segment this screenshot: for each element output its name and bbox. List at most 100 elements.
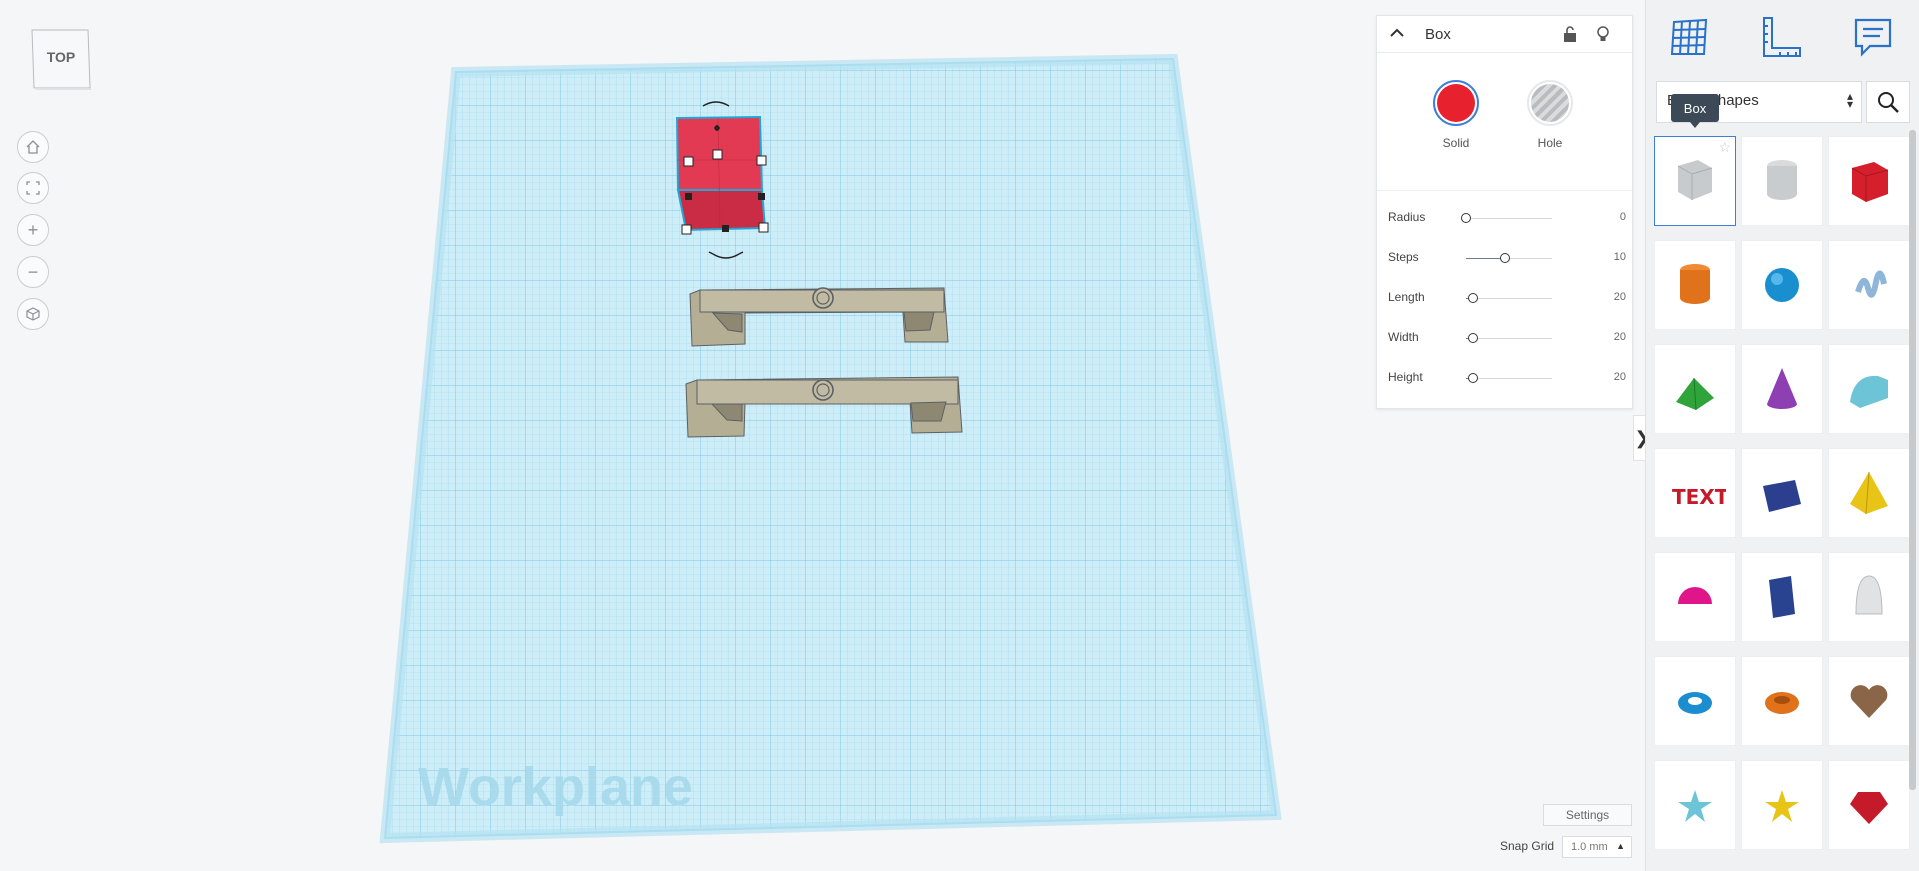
paraboloid-icon xyxy=(1855,575,1883,615)
shape-tile-box[interactable] xyxy=(1828,136,1910,226)
shape-tile-wedge[interactable] xyxy=(1741,448,1823,538)
home-icon xyxy=(26,140,40,154)
param-label-width: Width xyxy=(1388,330,1419,344)
param-value-radius: 0 xyxy=(1619,211,1626,223)
shape-tile-cylinder-striped[interactable] xyxy=(1741,136,1823,226)
slider-knob[interactable] xyxy=(1467,373,1478,383)
grid-view-icon[interactable] xyxy=(1666,14,1712,60)
shape-tile-cone[interactable] xyxy=(1741,344,1823,434)
shape-tile-star[interactable] xyxy=(1654,760,1736,850)
solid-swatch[interactable] xyxy=(1433,80,1479,126)
perspective-button[interactable] xyxy=(17,298,49,330)
star-icon xyxy=(1678,790,1712,822)
torus-icon xyxy=(1678,692,1712,714)
slider-fill xyxy=(1466,258,1505,259)
param-value-steps: 10 xyxy=(1613,251,1626,263)
pyramid-icon xyxy=(1850,471,1888,515)
wedge-icon xyxy=(1763,480,1801,512)
slider-knob[interactable] xyxy=(1467,293,1478,303)
shape-tile-round-roof[interactable] xyxy=(1828,344,1910,434)
polygon-icon xyxy=(1769,576,1795,618)
tube-icon xyxy=(1765,692,1799,714)
chevron-up-icon[interactable] xyxy=(1389,27,1405,39)
snap-grid-value: 1.0 mm xyxy=(1571,841,1608,853)
param-value-length: 20 xyxy=(1613,291,1626,303)
solid-label: Solid xyxy=(1442,136,1470,150)
zoom-out-button[interactable]: − xyxy=(17,256,49,288)
round-roof-icon xyxy=(1850,375,1888,408)
unlock-icon[interactable] xyxy=(1562,25,1578,43)
shape-tile-half-sphere[interactable] xyxy=(1654,552,1736,642)
box-icon xyxy=(1851,162,1889,202)
search-shapes-button[interactable] xyxy=(1866,81,1910,123)
solid-color-dot xyxy=(1437,84,1475,122)
gem-icon xyxy=(1850,792,1888,824)
param-slider-radius[interactable] xyxy=(1461,213,1552,223)
shapes-sidebar: Basic Shapes ▴▾ Box ☆TEXT xyxy=(1645,0,1919,871)
shape-tile-heart[interactable] xyxy=(1828,656,1910,746)
perspective-icon xyxy=(26,307,40,321)
shape-tile-box-striped[interactable]: ☆ xyxy=(1654,136,1736,226)
roof-icon xyxy=(1676,377,1714,411)
shape-tile-text[interactable]: TEXT xyxy=(1654,448,1736,538)
shape-tile-sphere[interactable] xyxy=(1741,240,1823,330)
heart-icon xyxy=(1850,685,1888,718)
slider-knob[interactable] xyxy=(1461,213,1471,223)
param-label-radius: Radius xyxy=(1388,210,1426,224)
shape-tile-polygon[interactable] xyxy=(1741,552,1823,642)
inspector-header: Box xyxy=(1377,16,1632,53)
inspector-title: Box xyxy=(1425,26,1451,43)
notes-icon[interactable] xyxy=(1850,14,1896,60)
fit-view-icon xyxy=(26,181,40,195)
settings-button[interactable]: Settings xyxy=(1543,804,1632,826)
shape-tile-paraboloid[interactable] xyxy=(1828,552,1910,642)
shape-tile-star-yellow[interactable] xyxy=(1741,760,1823,850)
star-yellow-icon xyxy=(1765,790,1799,822)
param-slider-length[interactable] xyxy=(1466,293,1552,303)
shape-inspector-panel: Box Solid Hole Radius 0 Steps 10 Length 20 Wid… xyxy=(1376,15,1633,409)
lightbulb-icon[interactable] xyxy=(1595,25,1611,43)
sphere-icon xyxy=(1765,268,1799,302)
scribble-icon xyxy=(1855,270,1887,298)
box-striped-icon xyxy=(1677,160,1713,200)
minus-icon: − xyxy=(27,261,39,282)
workplane-label: Workplane xyxy=(418,757,693,817)
slider-knob[interactable] xyxy=(1499,253,1510,263)
caret-up-icon: ▲ xyxy=(1616,841,1625,851)
param-slider-height[interactable] xyxy=(1466,373,1552,383)
param-label-length: Length xyxy=(1388,290,1425,304)
param-slider-width[interactable] xyxy=(1466,333,1552,343)
shape-tile-torus[interactable] xyxy=(1654,656,1736,746)
half-sphere-icon xyxy=(1678,587,1712,604)
hole-pattern-dot xyxy=(1531,84,1569,122)
cylinder-icon xyxy=(1680,264,1710,304)
hole-swatch[interactable] xyxy=(1527,80,1573,126)
view-cube[interactable]: TOP xyxy=(30,28,92,90)
snap-grid-select[interactable]: 1.0 mm ▲ xyxy=(1562,836,1632,858)
param-label-steps: Steps xyxy=(1388,250,1419,264)
fit-view-button[interactable] xyxy=(17,172,49,204)
param-value-height: 20 xyxy=(1613,371,1626,383)
shape-tile-tube[interactable] xyxy=(1741,656,1823,746)
shape-tile-cylinder[interactable] xyxy=(1654,240,1736,330)
home-view-button[interactable] xyxy=(17,131,49,163)
param-value-width: 20 xyxy=(1613,331,1626,343)
shape-tile-roof[interactable] xyxy=(1654,344,1736,434)
zoom-in-button[interactable]: + xyxy=(17,214,49,246)
hole-label: Hole xyxy=(1537,136,1563,150)
shape-tile-gem[interactable] xyxy=(1828,760,1910,850)
svg-text:TEXT: TEXT xyxy=(1672,485,1726,509)
shape-tile-pyramid[interactable] xyxy=(1828,448,1910,538)
cylinder-striped-icon xyxy=(1767,160,1797,200)
shape-tile-scribble[interactable] xyxy=(1828,240,1910,330)
workplane-canvas[interactable]: Workplane xyxy=(0,0,1380,871)
plus-icon: + xyxy=(27,219,39,240)
ruler-icon[interactable] xyxy=(1758,14,1804,60)
snap-grid-label: Snap Grid xyxy=(1500,839,1555,853)
favorite-star-icon[interactable]: ☆ xyxy=(1718,139,1731,156)
param-label-height: Height xyxy=(1388,370,1423,384)
param-slider-steps[interactable] xyxy=(1466,253,1552,263)
select-arrows-icon: ▴ ▾ xyxy=(1846,89,1853,111)
sidebar-scrollbar[interactable] xyxy=(1909,130,1916,790)
slider-knob[interactable] xyxy=(1467,333,1478,343)
